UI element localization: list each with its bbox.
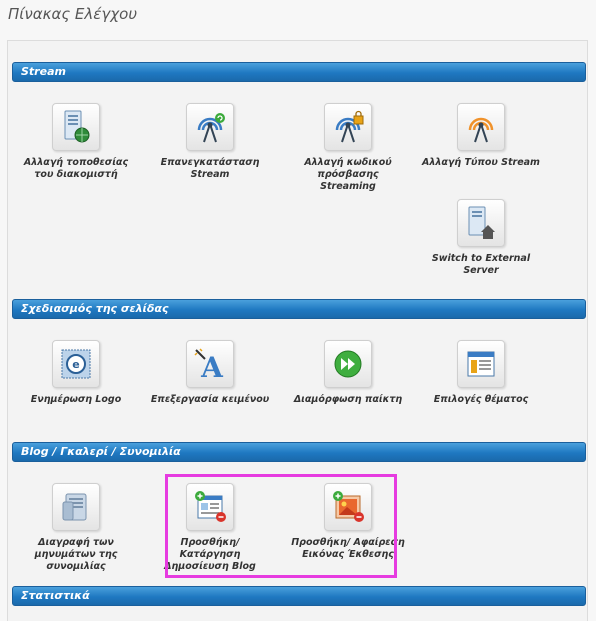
item-edit-text[interactable]: A Επεξεργασία κειμένου (150, 340, 270, 406)
item-label: Επιλογές θέματος (433, 394, 529, 405)
section-header-blog[interactable]: Blog / Γκαλερί / Συνομιλία (12, 442, 586, 462)
item-change-streaming-password[interactable]: Αλλαγή κωδικού πρόσβασης Streaming (288, 103, 408, 193)
item-label: Επανεγκατάσταση Stream (160, 157, 260, 180)
theme-icon[interactable] (457, 340, 505, 388)
item-update-logo[interactable]: e Ενημέρωση Logo (16, 340, 136, 406)
logo-icon[interactable]: e (52, 340, 100, 388)
server-globe-icon[interactable] (52, 103, 100, 151)
section-header-design[interactable]: Σχεδιασμός της σελίδας (12, 299, 586, 319)
section-header-stream[interactable]: Stream (12, 62, 586, 82)
item-change-server-location[interactable]: Αλλαγή τοποθεσίας του διακομιστή (16, 103, 136, 181)
svg-text:A: A (200, 351, 224, 381)
item-label: Switch to External Server (431, 253, 531, 276)
server-home-icon[interactable] (457, 199, 505, 247)
item-change-stream-type[interactable]: Αλλαγή Τύπου Stream (421, 103, 541, 169)
item-switch-external-server[interactable]: Switch to External Server (421, 199, 541, 277)
antenna-orange-icon[interactable] (457, 103, 505, 151)
item-label: Αλλαγή Τύπου Stream (422, 157, 540, 168)
highlight-box (165, 474, 397, 578)
item-delete-chat-messages[interactable]: Διαγραφή των μηνυμάτων της συνομιλίας (16, 483, 136, 573)
antenna-refresh-icon[interactable] (186, 103, 234, 151)
item-theme-options[interactable]: Επιλογές θέματος (421, 340, 541, 406)
player-icon[interactable] (324, 340, 372, 388)
item-label: Διαγραφή των μηνυμάτων της συνομιλίας (34, 537, 118, 572)
page-title: Πίνακας Ελέγχου (8, 5, 137, 23)
antenna-lock-icon[interactable] (324, 103, 372, 151)
item-reinstall-stream[interactable]: Επανεγκατάσταση Stream (150, 103, 270, 181)
item-label: Ενημέρωση Logo (30, 394, 122, 405)
svg-text:e: e (72, 358, 79, 371)
item-label: Αλλαγή τοποθεσίας του διακομιστή (23, 157, 129, 180)
item-label: Αλλαγή κωδικού πρόσβασης Streaming (304, 157, 392, 192)
item-player-config[interactable]: Διαμόρφωση παίκτη (288, 340, 408, 406)
text-edit-icon[interactable]: A (186, 340, 234, 388)
item-label: Επεξεργασία κειμένου (150, 394, 270, 405)
section-header-stats[interactable]: Στατιστικά (12, 586, 586, 606)
chat-delete-icon[interactable] (52, 483, 100, 531)
item-label: Διαμόρφωση παίκτη (293, 394, 403, 405)
